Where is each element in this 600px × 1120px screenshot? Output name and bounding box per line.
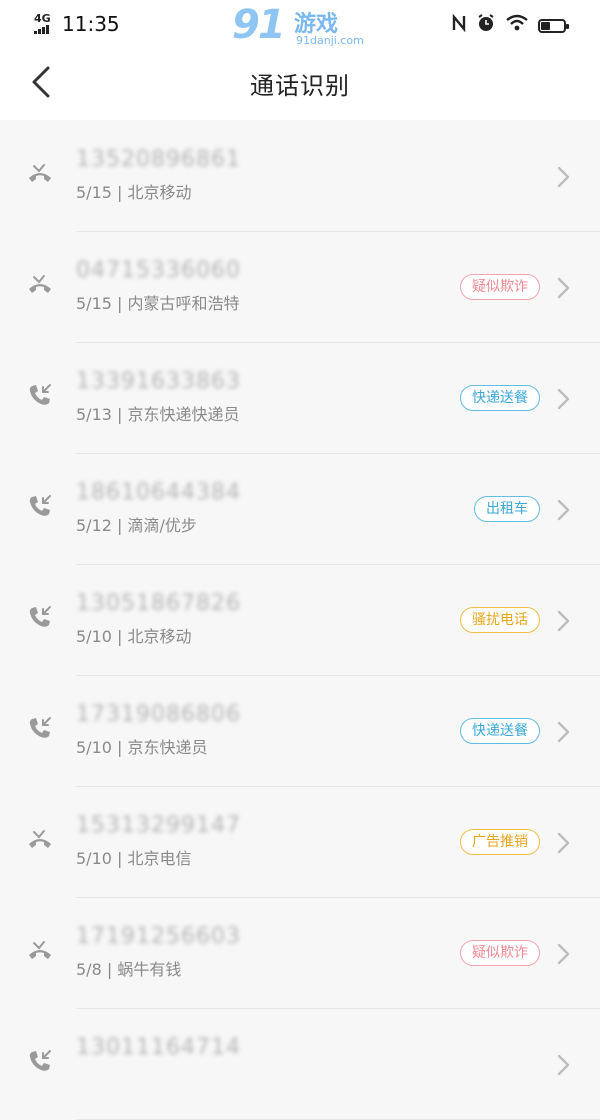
alarm-icon — [476, 13, 496, 38]
incoming-call-icon — [26, 492, 54, 520]
call-list-item[interactable]: 13520896861 5/15 | 北京移动 — [0, 121, 600, 232]
wifi-icon — [506, 14, 528, 37]
status-bar: 4G 11:35 91 游戏 91danji.com — [0, 0, 600, 48]
call-date: 5/10 — [76, 849, 112, 868]
phone-number: 04715336060 — [76, 258, 241, 283]
call-location: 蜗牛有钱 — [117, 960, 182, 979]
chevron-right-icon — [552, 276, 574, 300]
phone-number: 17191256603 — [76, 924, 241, 949]
call-tag-badge: 疑似欺诈 — [460, 940, 540, 966]
navigation-bar: 通话识别 — [0, 48, 600, 120]
call-location: 京东快递员 — [127, 738, 208, 757]
call-tag-badge: 骚扰电话 — [460, 607, 540, 633]
meta-separator: | — [111, 738, 128, 757]
phone-number: 18610644384 — [76, 480, 241, 505]
call-meta: 5/8 | 蜗牛有钱 — [76, 956, 181, 980]
phone-number: 13520896861 — [76, 147, 241, 172]
meta-separator: | — [111, 183, 128, 202]
meta-separator: | — [111, 294, 128, 313]
meta-separator: | — [101, 960, 118, 979]
call-date: 5/10 — [76, 627, 112, 646]
watermark-logo-mark: 91 — [232, 2, 286, 48]
call-list-item[interactable]: 17319086806 5/10 | 京东快递员 快递送餐 — [0, 676, 600, 787]
call-meta: 5/12 | 滴滴/优步 — [76, 512, 197, 536]
call-list-item[interactable]: 17191256603 5/8 | 蜗牛有钱 疑似欺诈 — [0, 898, 600, 1009]
chevron-right-icon — [552, 498, 574, 522]
network-type: 4G — [34, 12, 51, 25]
call-location: 北京电信 — [127, 849, 192, 868]
nfc-icon — [452, 13, 466, 37]
phone-number: 17319086806 — [76, 702, 241, 727]
incoming-call-icon — [26, 714, 54, 742]
incoming-call-icon — [26, 603, 54, 631]
chevron-right-icon — [552, 1053, 574, 1077]
chevron-right-icon — [552, 609, 574, 633]
call-date: 5/15 — [76, 294, 112, 313]
meta-separator: | — [111, 627, 128, 646]
call-date: 5/13 — [76, 405, 112, 424]
phone-number: 13051867826 — [76, 591, 241, 616]
chevron-right-icon — [552, 165, 574, 189]
call-meta: 5/13 | 京东快递快递员 — [76, 401, 240, 425]
call-location: 北京移动 — [127, 627, 192, 646]
battery-icon — [538, 18, 569, 33]
call-location: 京东快递快递员 — [127, 405, 240, 424]
call-meta: 5/10 | 北京电信 — [76, 845, 192, 869]
call-list-item[interactable]: 13051867826 5/10 | 北京移动 骚扰电话 — [0, 565, 600, 676]
chevron-right-icon — [552, 831, 574, 855]
call-date: 5/10 — [76, 738, 112, 757]
watermark-subtext: 91danji.com — [296, 34, 364, 47]
phone-number: 15313299147 — [76, 813, 241, 838]
call-meta: 5/10 | 北京移动 — [76, 623, 192, 647]
call-location: 北京移动 — [127, 183, 192, 202]
call-tag-badge: 快递送餐 — [460, 385, 540, 411]
chevron-right-icon — [552, 942, 574, 966]
call-list-item[interactable]: 13011164714 — [0, 1009, 600, 1120]
call-tag-badge: 广告推销 — [460, 829, 540, 855]
page-title: 通话识别 — [250, 72, 350, 100]
phone-number: 13011164714 — [76, 1035, 241, 1060]
call-list-item[interactable]: 04715336060 5/15 | 内蒙古呼和浩特 疑似欺诈 — [0, 232, 600, 343]
call-tag-badge: 疑似欺诈 — [460, 274, 540, 300]
incoming-call-icon — [26, 381, 54, 409]
call-date: 5/12 — [76, 516, 112, 535]
call-list-item[interactable]: 13391633863 5/13 | 京东快递快递员 快递送餐 — [0, 343, 600, 454]
call-list: 13520896861 5/15 | 北京移动 04715336060 5/15 | … — [0, 121, 600, 1120]
watermark-logo: 91 游戏 91danji.com — [232, 2, 372, 52]
call-meta: 5/10 | 京东快递员 — [76, 734, 208, 758]
call-location: 内蒙古呼和浩特 — [127, 294, 240, 313]
missed-call-icon — [26, 825, 54, 853]
meta-separator: | — [111, 849, 128, 868]
call-list-item[interactable]: 18610644384 5/12 | 滴滴/优步 出租车 — [0, 454, 600, 565]
chevron-right-icon — [552, 720, 574, 744]
status-right — [452, 13, 569, 38]
missed-call-icon — [26, 270, 54, 298]
call-tag-badge: 快递送餐 — [460, 718, 540, 744]
cellular-signal-icon: 4G — [34, 12, 54, 34]
call-date: 5/15 — [76, 183, 112, 202]
status-left: 4G 11:35 — [34, 12, 120, 36]
missed-call-icon — [26, 159, 54, 187]
missed-call-icon — [26, 936, 54, 964]
phone-number: 13391633863 — [76, 369, 241, 394]
meta-separator: | — [111, 405, 128, 424]
call-meta: 5/15 | 内蒙古呼和浩特 — [76, 290, 240, 314]
call-location: 滴滴/优步 — [127, 516, 197, 535]
incoming-call-icon — [26, 1047, 54, 1075]
chevron-right-icon — [552, 387, 574, 411]
call-list-item[interactable]: 15313299147 5/10 | 北京电信 广告推销 — [0, 787, 600, 898]
call-meta: 5/15 | 北京移动 — [76, 179, 192, 203]
meta-separator: | — [111, 516, 128, 535]
status-time: 11:35 — [62, 12, 120, 36]
call-tag-badge: 出租车 — [474, 496, 540, 522]
call-date: 5/8 — [76, 960, 102, 979]
